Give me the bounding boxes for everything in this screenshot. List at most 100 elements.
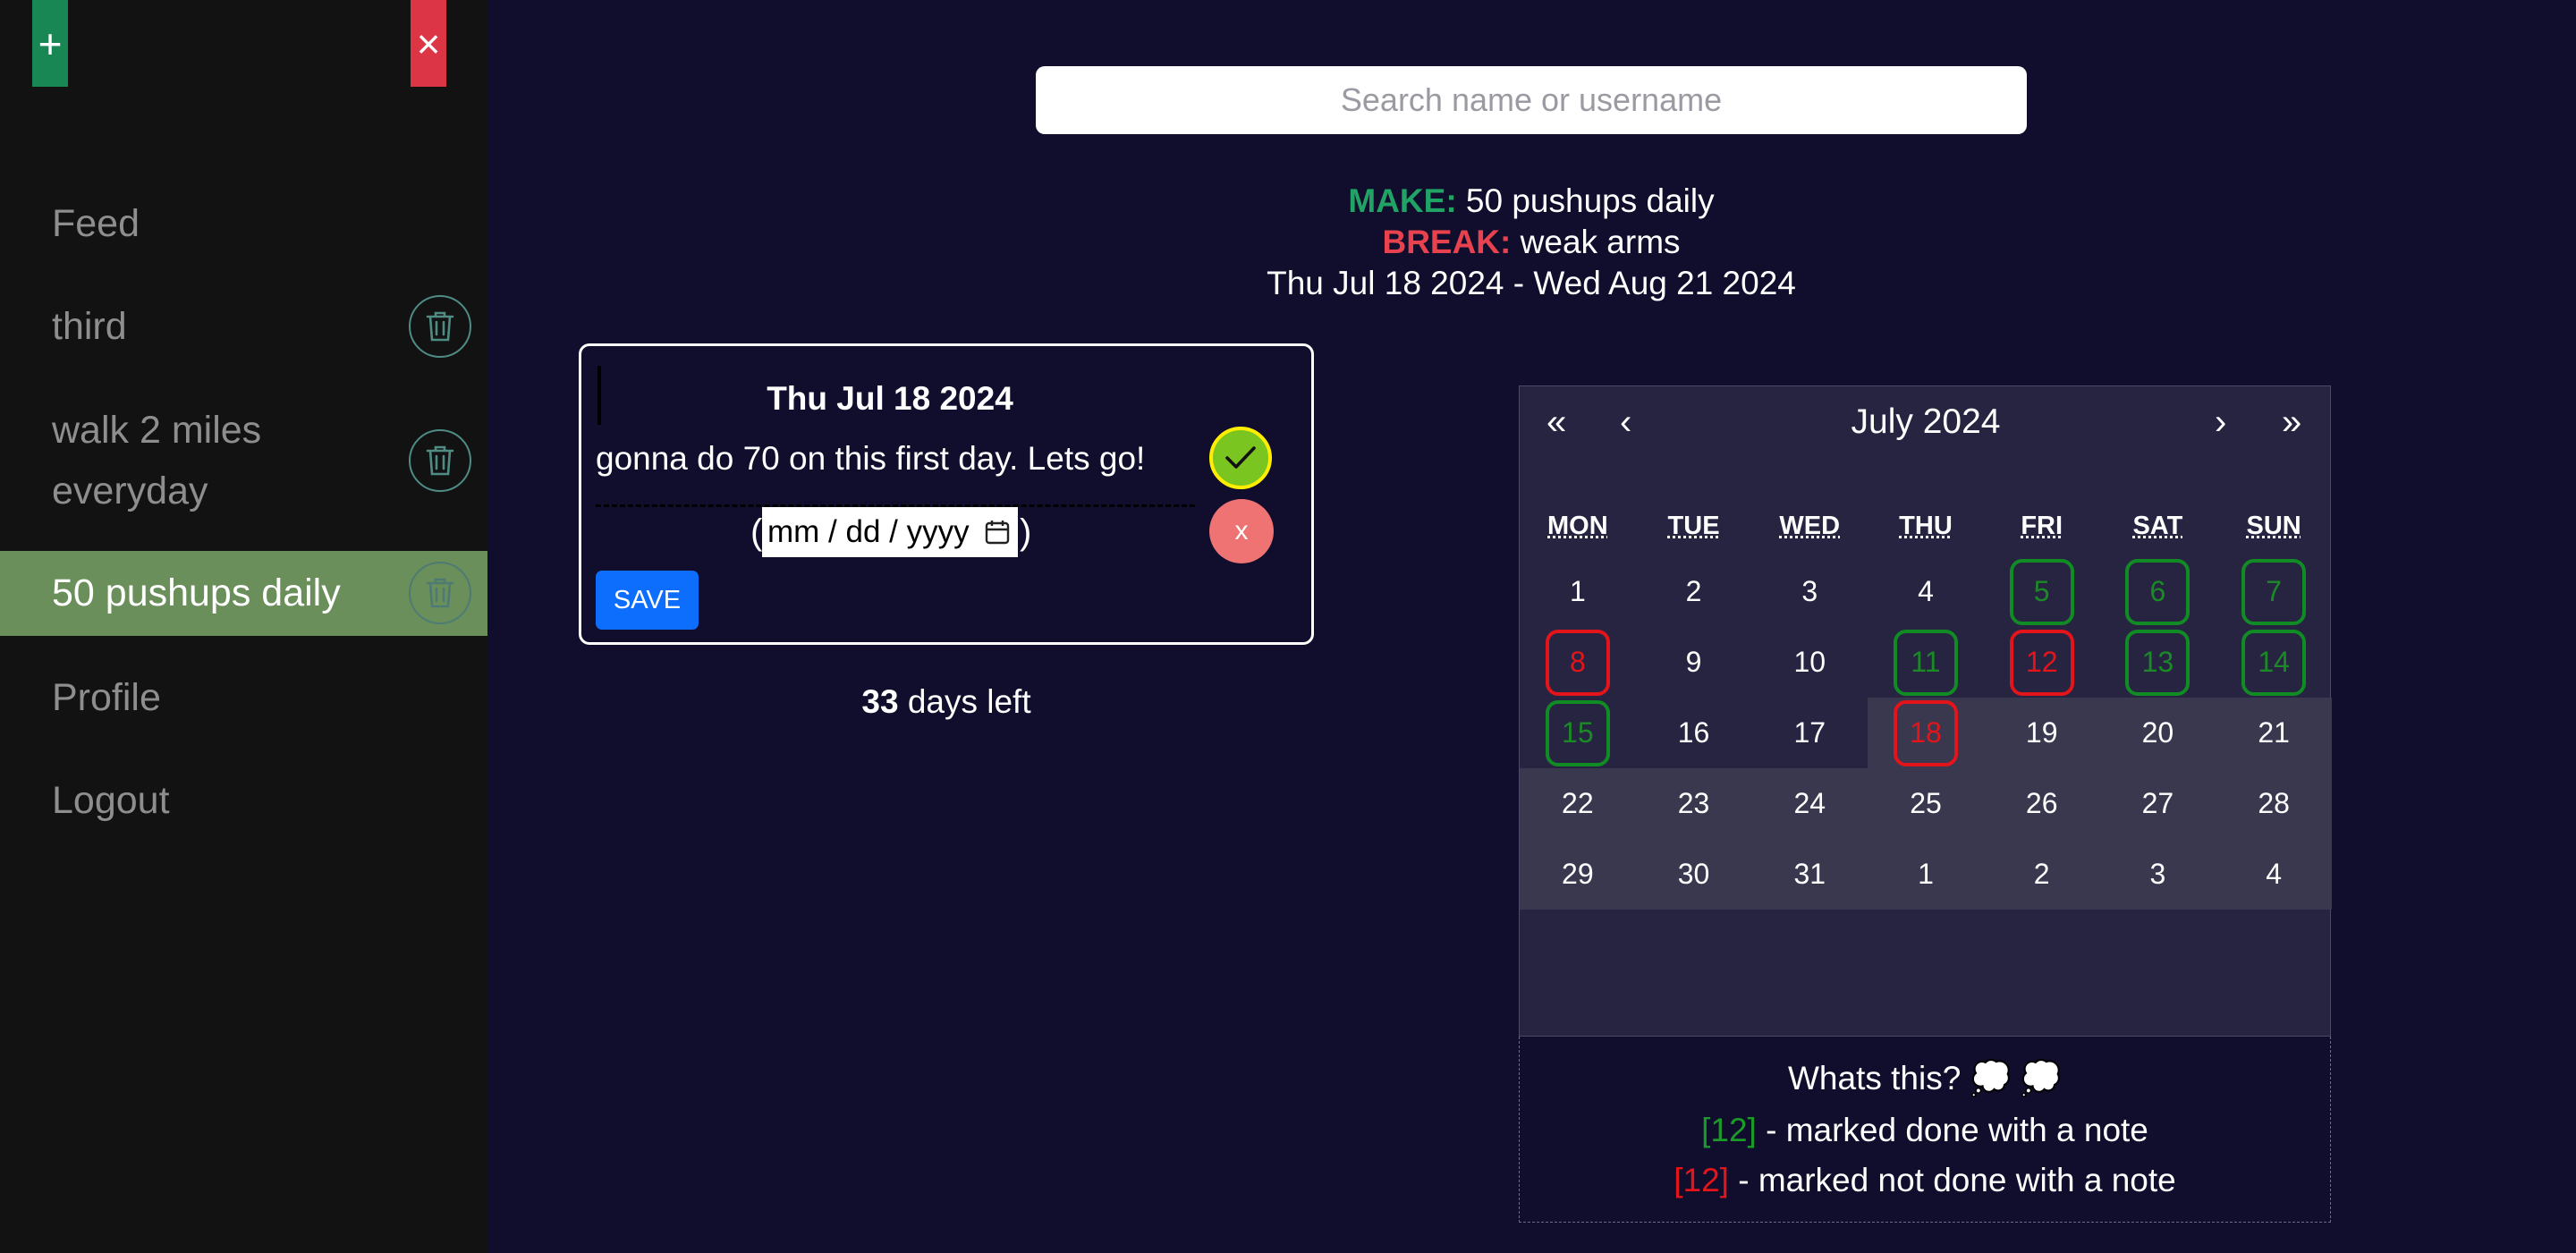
day-done-marker: 14 [2241,629,2307,696]
calendar-icon[interactable] [984,519,1011,546]
make-value: 50 pushups daily [1465,182,1715,219]
weekday-header: WED [1779,512,1841,540]
calendar-day[interactable]: 30 [1636,839,1752,910]
delete-habit-button[interactable] [409,562,471,624]
calendar-day[interactable]: 12 [1984,627,2100,698]
sidebar-item-third[interactable]: third [0,295,487,358]
note-text[interactable]: gonna do 70 on this first day. Lets go! [596,440,1145,478]
sidebar-item-50-pushups[interactable]: 50 pushups daily [0,551,487,636]
calendar-day[interactable]: 15 [1520,698,1636,768]
sidebar-item-label: third [52,305,127,348]
calendar-day[interactable]: 24 [1751,768,1868,839]
trash-icon [426,445,454,476]
save-button[interactable]: SAVE [596,571,699,630]
calendar-day[interactable]: 25 [1868,768,1984,839]
calendar-day[interactable]: 1 [1520,556,1636,627]
legend-not-done-text: - marked not done with a note [1728,1162,2176,1198]
calendar-day[interactable]: 13 [2100,627,2216,698]
next-year-button[interactable]: » [2282,402,2301,443]
calendar-day[interactable]: 23 [1636,768,1752,839]
calendar-day[interactable]: 21 [2216,698,2332,768]
day-number: 1 [1569,575,1586,607]
calendar-day[interactable]: 1 [1868,839,1984,910]
calendar-day[interactable]: 14 [2216,627,2332,698]
day-number: 31 [1793,858,1826,890]
day-not-done-marker: 12 [2009,629,2074,696]
weekday-header: MON [1547,512,1608,540]
day-done-marker: 15 [1545,699,1610,766]
calendar-day[interactable]: 5 [1984,556,2100,627]
day-number: 26 [2025,787,2058,819]
day-number: 29 [1562,858,1594,890]
make-line: MAKE: 50 pushups daily [1036,181,2027,222]
calendar-day[interactable]: 17 [1751,698,1868,768]
date-range: Thu Jul 18 2024 - Wed Aug 21 2024 [1267,265,1796,301]
trash-icon [426,578,454,608]
legend-done-tag: [12] [1701,1112,1757,1148]
calendar-day[interactable]: 9 [1636,627,1752,698]
search-input[interactable] [1036,66,2027,134]
calendar-day[interactable]: 2 [1636,556,1752,627]
calendar-day[interactable]: 18 [1868,698,1984,768]
day-number: 3 [2149,858,2166,890]
weekday-header: FRI [2021,512,2063,540]
day-not-done-marker: 8 [1545,629,1610,696]
calendar-day[interactable]: 22 [1520,768,1636,839]
day-number: 16 [1677,716,1710,749]
day-number: 28 [2258,787,2290,819]
date-input[interactable]: mm / dd / yyyy [762,507,1018,557]
delete-habit-button[interactable] [409,429,471,492]
day-not-done-marker: 18 [1893,699,1958,766]
sidebar-item-label: Logout [52,779,170,822]
calendar-day[interactable]: 26 [1984,768,2100,839]
trash-icon [426,311,454,342]
calendar-day[interactable]: 19 [1984,698,2100,768]
calendar-day[interactable]: 11 [1868,627,1984,698]
sidebar-item-label: walk 2 miles everyday [52,409,262,512]
day-number: 19 [2025,716,2058,749]
paren-close: ) [1020,512,1032,552]
close-sidebar-button[interactable]: × [411,0,446,87]
legend: Whats this? 💭 💭 [12] - marked done with … [1519,1037,2331,1223]
calendar-day[interactable]: 16 [1636,698,1752,768]
calendar-day[interactable]: 20 [2100,698,2216,768]
calendar-day[interactable]: 7 [2216,556,2332,627]
calendar-day[interactable]: 3 [2100,839,2216,910]
day-number: 9 [1685,646,1702,678]
sidebar-item-logout[interactable]: Logout [0,770,487,831]
calendar: « ‹ July 2024 › » MON TUE WED THU FRI SAT SUN 1… [1519,385,2332,1037]
calendar-day[interactable]: 6 [2100,556,2216,627]
plus-icon: + [38,20,63,67]
calendar-day[interactable]: 4 [2216,839,2332,910]
mark-not-done-button[interactable]: x [1209,499,1274,563]
day-number: 4 [2266,858,2283,890]
day-number: 24 [1793,787,1826,819]
delete-habit-button[interactable] [409,295,471,358]
day-number: 2 [1685,575,1702,607]
day-number: 2 [2033,858,2050,890]
calendar-day[interactable]: 8 [1520,627,1636,698]
calendar-day[interactable]: 4 [1868,556,1984,627]
sidebar-item-walk-2-miles[interactable]: walk 2 miles everyday [0,400,487,521]
day-number: 21 [2258,716,2290,749]
calendar-day[interactable]: 28 [2216,768,2332,839]
calendar-day[interactable]: 2 [1984,839,2100,910]
day-note-card: Thu Jul 18 2024 gonna do 70 on this firs… [579,343,1314,645]
calendar-day[interactable]: 3 [1751,556,1868,627]
sidebar-item-profile[interactable]: Profile [0,667,487,728]
add-habit-button[interactable]: + [32,0,68,87]
legend-title: Whats this? 💭 💭 [1788,1060,2062,1096]
sidebar-item-label: 50 pushups daily [52,571,341,614]
note-date: Thu Jul 18 2024 [767,380,1013,417]
calendar-day[interactable]: 10 [1751,627,1868,698]
days-left-label: days left [907,683,1031,720]
mark-done-button[interactable] [1209,427,1272,489]
calendar-day[interactable]: 29 [1520,839,1636,910]
calendar-day[interactable]: 31 [1751,839,1868,910]
sidebar-item-feed[interactable]: Feed [0,193,487,254]
next-month-button[interactable]: › [2215,402,2226,443]
calendar-day[interactable]: 27 [2100,768,2216,839]
day-number: 3 [1801,575,1818,607]
paren-open: ( [750,512,763,552]
break-value: weak arms [1520,224,1681,260]
